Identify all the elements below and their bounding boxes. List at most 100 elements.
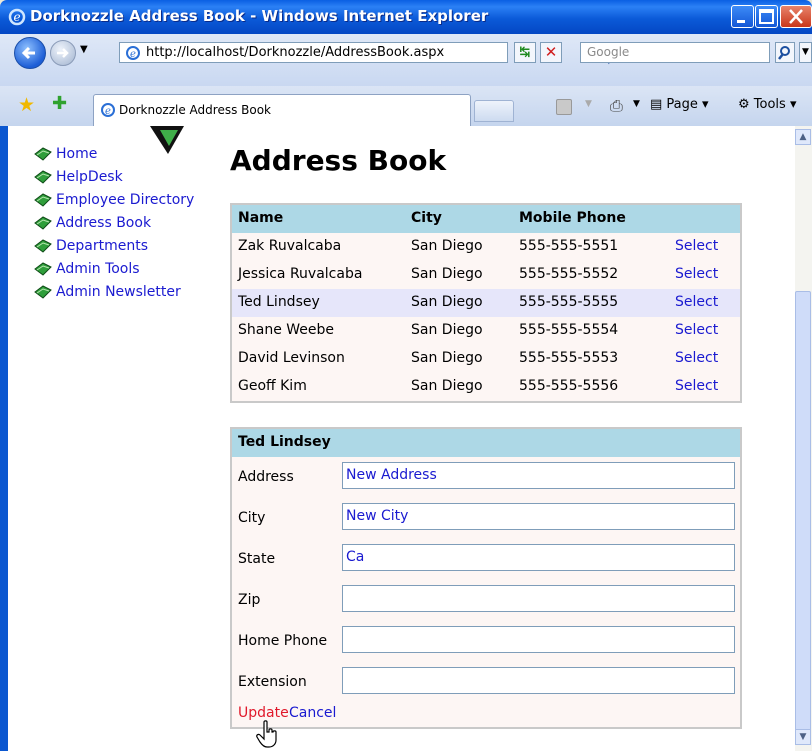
sidebar-link[interactable]: Departments bbox=[56, 238, 148, 254]
table-row: Jessica Ruvalcaba San Diego 555-555-5552… bbox=[232, 261, 740, 289]
sidebar-link[interactable]: Employee Directory bbox=[56, 192, 194, 208]
sidebar-link[interactable]: Address Book bbox=[56, 215, 151, 231]
page-ie-icon: e bbox=[126, 46, 140, 60]
zip-field[interactable] bbox=[342, 585, 735, 612]
column-header-mobile-phone: Mobile Phone bbox=[519, 210, 626, 226]
city-field[interactable]: New City bbox=[342, 503, 735, 530]
minimize-icon bbox=[737, 20, 745, 23]
close-icon bbox=[789, 9, 803, 24]
history-dropdown-icon[interactable]: ▼ bbox=[80, 44, 88, 55]
search-button[interactable] bbox=[775, 42, 795, 63]
cell-name: Geoff Kim bbox=[238, 378, 307, 394]
details-header-name: Ted Lindsey bbox=[238, 434, 331, 450]
tab-address-book[interactable]: e Dorknozzle Address Book bbox=[93, 94, 471, 126]
search-options-dropdown-icon[interactable]: ▼ bbox=[799, 42, 812, 63]
feeds-icon[interactable] bbox=[556, 99, 572, 115]
page-icon: ▤ bbox=[650, 97, 667, 112]
address-input[interactable]: e http://localhost/Dorknozzle/AddressBoo… bbox=[119, 42, 613, 66]
search-placeholder: Google bbox=[587, 45, 630, 59]
search-icon bbox=[778, 46, 790, 60]
select-link[interactable]: Select bbox=[675, 322, 718, 338]
cancel-link[interactable]: Cancel bbox=[289, 705, 336, 721]
maximize-button[interactable] bbox=[755, 5, 778, 28]
tab-label: Dorknozzle Address Book bbox=[119, 103, 272, 117]
select-link[interactable]: Select bbox=[675, 350, 718, 366]
gear-icon: ⚙ bbox=[738, 97, 754, 112]
sidebar-link[interactable]: Admin Newsletter bbox=[56, 284, 181, 300]
new-tab-button[interactable] bbox=[474, 100, 514, 122]
field-label: Extension bbox=[238, 674, 307, 690]
book-icon bbox=[34, 216, 52, 230]
sidebar-link[interactable]: Home bbox=[56, 146, 97, 162]
window-titlebar[interactable]: e Dorknozzle Address Book - Windows Inte… bbox=[0, 0, 812, 34]
page-title: Address Book bbox=[230, 144, 447, 177]
stop-icon[interactable]: ✕ bbox=[540, 42, 562, 63]
minimize-button[interactable] bbox=[731, 5, 754, 28]
extension-field[interactable] bbox=[342, 667, 735, 694]
search-input[interactable]: Google bbox=[580, 42, 770, 63]
cell-phone: 555-555-5556 bbox=[519, 378, 619, 394]
cell-phone: 555-555-5552 bbox=[519, 266, 619, 282]
book-icon bbox=[34, 147, 52, 161]
favorites-star-icon[interactable]: ★ bbox=[18, 94, 35, 116]
select-link[interactable]: Select bbox=[675, 238, 718, 254]
state-field[interactable]: Ca bbox=[342, 544, 735, 571]
select-link[interactable]: Select bbox=[675, 378, 718, 394]
details-header: Ted Lindsey bbox=[232, 429, 740, 457]
column-header-city: City bbox=[411, 210, 442, 226]
svg-text:e: e bbox=[13, 10, 20, 24]
cell-name: Jessica Ruvalcaba bbox=[238, 266, 363, 282]
refresh-icon[interactable]: ↹ bbox=[514, 42, 536, 63]
table-row: Geoff Kim San Diego 555-555-5556 Select bbox=[232, 373, 740, 401]
sidebar-link[interactable]: Admin Tools bbox=[56, 261, 140, 277]
address-grid: Name City Mobile Phone Zak Ruvalcaba San… bbox=[230, 203, 742, 403]
close-button[interactable] bbox=[780, 5, 812, 28]
cell-city: San Diego bbox=[411, 294, 483, 310]
table-row: Zak Ruvalcaba San Diego 555-555-5551 Sel… bbox=[232, 233, 740, 261]
navigation-bar: ▼ e http://localhost/Dorknozzle/AddressB… bbox=[0, 34, 812, 86]
field-row-address: Address New Address bbox=[232, 457, 740, 498]
tab-ie-icon: e bbox=[101, 103, 115, 117]
book-icon bbox=[34, 285, 52, 299]
home-phone-field[interactable] bbox=[342, 626, 735, 653]
svg-text:e: e bbox=[130, 49, 136, 60]
scroll-up-arrow-icon[interactable]: ▲ bbox=[795, 129, 811, 145]
column-header-name: Name bbox=[238, 210, 284, 226]
ie-icon: e bbox=[8, 8, 26, 26]
forward-button[interactable] bbox=[50, 40, 76, 66]
print-icon[interactable]: ⎙ bbox=[610, 96, 623, 116]
book-icon bbox=[34, 262, 52, 276]
field-row-home-phone: Home Phone bbox=[232, 621, 740, 662]
sidebar-link[interactable]: HelpDesk bbox=[56, 169, 123, 185]
print-dropdown-icon[interactable]: ▼ bbox=[633, 99, 640, 109]
page-menu[interactable]: ▤ Page ▾ bbox=[650, 97, 709, 112]
field-label: State bbox=[238, 551, 276, 567]
field-label: City bbox=[238, 510, 266, 526]
page-menu-label: Page bbox=[666, 97, 698, 112]
address-field[interactable]: New Address bbox=[342, 462, 735, 489]
tab-bar: ★ ✚ e Dorknozzle Address Book ▼ ⎙ ▼ ▤ Pa… bbox=[0, 86, 812, 126]
grid-header-row: Name City Mobile Phone bbox=[232, 205, 740, 233]
cell-city: San Diego bbox=[411, 322, 483, 338]
cell-name: Shane Weebe bbox=[238, 322, 335, 338]
vertical-scrollbar[interactable]: ▲ ▼ bbox=[795, 126, 812, 751]
address-url: http://localhost/Dorknozzle/AddressBook.… bbox=[146, 45, 445, 60]
book-icon bbox=[34, 193, 52, 207]
back-button[interactable] bbox=[14, 37, 46, 69]
feeds-dropdown-icon[interactable]: ▼ bbox=[585, 99, 592, 109]
cell-city: San Diego bbox=[411, 350, 483, 366]
scrollbar-thumb[interactable] bbox=[795, 291, 811, 736]
cell-name: Zak Ruvalcaba bbox=[238, 238, 342, 254]
select-link[interactable]: Select bbox=[675, 294, 718, 310]
add-favorites-icon[interactable]: ✚ bbox=[52, 93, 67, 114]
book-icon bbox=[34, 239, 52, 253]
select-link[interactable]: Select bbox=[675, 266, 718, 282]
employee-details: Ted Lindsey Address New Address City New… bbox=[230, 427, 742, 729]
page-viewport: Home HelpDesk Employee Directory Address… bbox=[8, 126, 795, 751]
tools-menu[interactable]: ⚙ Tools ▾ bbox=[738, 97, 797, 112]
cell-phone: 555-555-5551 bbox=[519, 238, 619, 254]
field-label: Address bbox=[238, 469, 294, 485]
update-link[interactable]: Update bbox=[238, 705, 289, 721]
scroll-down-arrow-icon[interactable]: ▼ bbox=[795, 729, 811, 745]
book-icon bbox=[34, 170, 52, 184]
